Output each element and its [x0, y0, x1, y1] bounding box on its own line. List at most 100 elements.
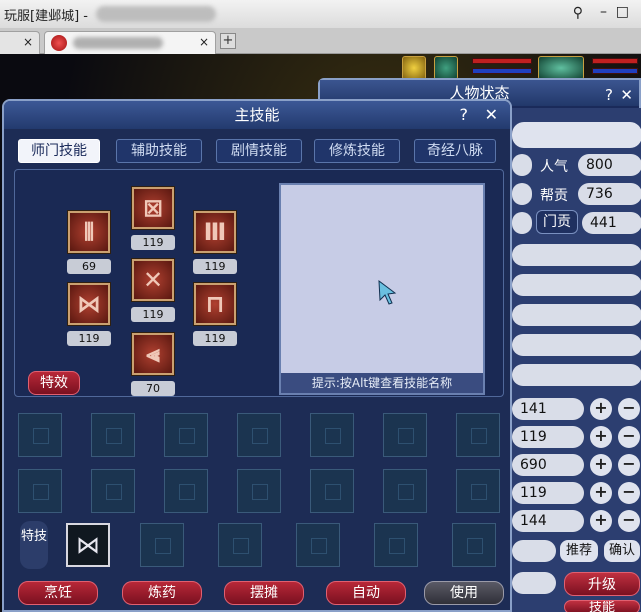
skill-glyph: ⫴ [83, 218, 95, 246]
attribute-minus-button[interactable]: − [618, 510, 640, 532]
attribute-plus-button[interactable]: + [590, 454, 612, 476]
shortcut-slot[interactable] [237, 413, 281, 457]
skill-level-label: 70 [131, 381, 175, 396]
status-field [512, 244, 641, 266]
status-field [512, 334, 641, 356]
stat-left-pill [512, 183, 532, 205]
special-skill-slot[interactable] [296, 523, 340, 567]
attribute-minus-button[interactable]: − [618, 454, 640, 476]
skill-glyph: ⊠ [142, 194, 164, 222]
skill-rune-4-icon[interactable]: ✕ [132, 259, 174, 301]
shortcut-slot[interactable] [164, 469, 208, 513]
action-button-2[interactable]: 炼药 [122, 581, 202, 605]
special-skill-glyph: ⋈ [76, 531, 100, 559]
attribute-plus-button[interactable]: + [590, 398, 612, 420]
minimize-icon[interactable]: – [600, 4, 607, 20]
maximize-icon[interactable]: □ [616, 4, 629, 20]
window-title: 玩服[建邺城] - [4, 8, 88, 24]
shortcut-slot[interactable] [310, 413, 354, 457]
action-button-3[interactable]: 摆摊 [224, 581, 304, 605]
status-field [512, 364, 641, 386]
shortcut-slot[interactable] [310, 469, 354, 513]
attribute-value: 141 [512, 398, 584, 420]
skill-rune-7-icon[interactable]: ⫷ [132, 333, 174, 375]
special-skill-slot[interactable] [374, 523, 418, 567]
shortcut-slot[interactable] [18, 469, 62, 513]
skill-glyph: Ⅲ [203, 218, 227, 246]
game-favicon-icon [51, 35, 67, 51]
special-skill-slot[interactable] [140, 523, 184, 567]
action-button-1[interactable]: 烹饪 [18, 581, 98, 605]
attribute-value: 119 [512, 482, 584, 504]
shortcut-slot[interactable] [91, 469, 135, 513]
attribute-plus-button[interactable]: + [590, 482, 612, 504]
tab-4[interactable]: 修炼技能 [314, 139, 400, 163]
attribute-value: 119 [512, 426, 584, 448]
attribute-plus-button[interactable]: + [590, 426, 612, 448]
skill-help-button[interactable]: ? [460, 101, 469, 129]
close-tab-icon[interactable]: × [23, 35, 33, 49]
effect-button[interactable]: 特效 [28, 371, 80, 395]
attribute-minus-button[interactable]: − [618, 398, 640, 420]
new-tab-button[interactable]: + [220, 33, 236, 49]
attribute-minus-button[interactable]: − [618, 426, 640, 448]
tab-3[interactable]: 剧情技能 [216, 139, 302, 163]
status-close-button[interactable]: ✕ [620, 82, 633, 108]
skill-close-button[interactable]: ✕ [485, 101, 498, 129]
cursor-icon [378, 279, 397, 305]
special-skill-icon[interactable]: ⋈ [66, 523, 110, 567]
stat-label-guild: 帮贡 [540, 188, 568, 204]
upgrade-button[interactable]: 升级 [564, 572, 640, 596]
target-portrait-icon[interactable] [538, 56, 584, 80]
attribute-minus-button[interactable]: − [618, 482, 640, 504]
action-button-5[interactable]: 使用 [424, 581, 504, 605]
shortcut-slot[interactable] [383, 469, 427, 513]
skill-rune-1-icon[interactable]: ⊠ [132, 187, 174, 229]
recommend-button[interactable]: 推荐 [560, 540, 598, 562]
stat-label-popularity: 人气 [540, 159, 568, 175]
special-skill-slot[interactable] [452, 523, 496, 567]
shortcut-slot[interactable] [18, 413, 62, 457]
confirm-button[interactable]: 确认 [604, 540, 640, 562]
player-name-field [512, 122, 641, 148]
skill-rune-6-icon[interactable]: ⊓ [194, 283, 236, 325]
skill-level-label: 119 [131, 235, 175, 250]
redacted-tab-title [73, 37, 163, 49]
shortcut-slot[interactable] [164, 413, 208, 457]
pet-mp-bar [592, 68, 638, 74]
skills-button[interactable]: 技能 [564, 600, 640, 612]
shortcut-slot[interactable] [91, 413, 135, 457]
special-skill-label: 特技 [20, 521, 48, 569]
skill-glyph: ✕ [142, 266, 164, 294]
tab-2[interactable]: 辅助技能 [116, 139, 202, 163]
pin-icon[interactable]: ⚲ [573, 5, 583, 21]
skill-rune-3-icon[interactable]: Ⅲ [194, 211, 236, 253]
tab-1[interactable]: 师门技能 [18, 139, 100, 163]
skill-glyph: ⫷ [146, 340, 160, 368]
pet-portrait-icon[interactable] [434, 56, 458, 80]
player-portrait-icon[interactable] [402, 56, 426, 80]
close-tab-icon[interactable]: × [199, 35, 209, 49]
status-field [512, 572, 556, 594]
stat-value-sect: 441 [582, 212, 641, 234]
skill-rune-5-icon[interactable]: ⋈ [68, 283, 110, 325]
skill-glyph: ⋈ [77, 290, 101, 318]
browser-tab-previous[interactable]: × [0, 31, 40, 54]
skill-title-text: 主技能 [234, 106, 280, 124]
status-help-button[interactable]: ? [605, 82, 613, 108]
shortcut-slot[interactable] [383, 413, 427, 457]
shortcut-slot[interactable] [456, 469, 500, 513]
stat-label-sect[interactable]: 门贡 [536, 210, 578, 234]
browser-titlebar: 玩服[建邺城] - ⚲ – □ [0, 0, 641, 28]
shortcut-slot[interactable] [456, 413, 500, 457]
redacted-title [95, 6, 216, 22]
top-hud [400, 56, 641, 80]
skill-rune-2-icon[interactable]: ⫴ [68, 211, 110, 253]
browser-tab-active[interactable]: × [44, 31, 216, 54]
tab-5[interactable]: 奇经八脉 [414, 139, 496, 163]
skill-level-label: 119 [193, 259, 237, 274]
special-skill-slot[interactable] [218, 523, 262, 567]
shortcut-slot[interactable] [237, 469, 281, 513]
action-button-4[interactable]: 自动 [326, 581, 406, 605]
attribute-plus-button[interactable]: + [590, 510, 612, 532]
